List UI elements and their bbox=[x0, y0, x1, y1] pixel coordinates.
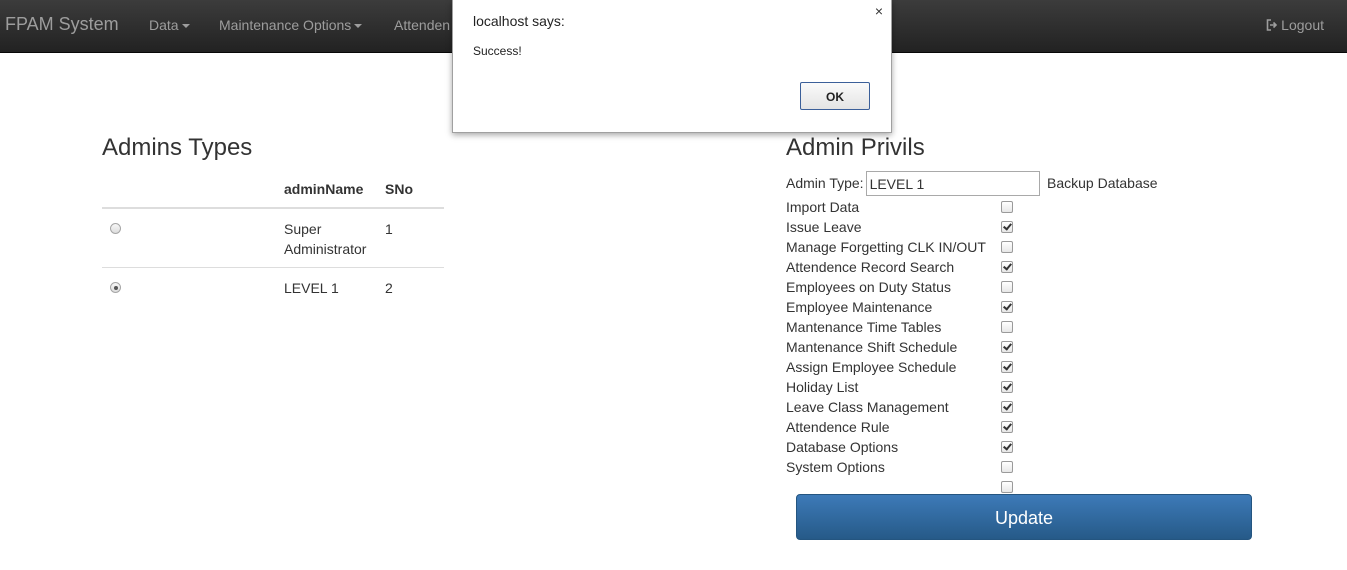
checkbox-issue-leave[interactable] bbox=[1001, 241, 1013, 253]
caret-down-icon bbox=[354, 24, 363, 29]
row-select-cell bbox=[102, 267, 284, 306]
admin-radio-2[interactable] bbox=[110, 282, 121, 293]
priv-label-issue-leave: Issue Leave bbox=[786, 219, 862, 235]
dialog-title: localhost says: bbox=[473, 13, 565, 29]
caret-down-icon bbox=[181, 24, 190, 29]
priv-label-attendence-record-search: Attendence Record Search bbox=[786, 259, 955, 275]
admin-radio-1[interactable] bbox=[110, 223, 121, 234]
menu-data-label: Data bbox=[149, 17, 179, 33]
priv-label-import-data: Import Data bbox=[786, 199, 860, 215]
checkbox-mantenance-shift-schedule[interactable] bbox=[1001, 361, 1013, 373]
checkbox-mantenance-time-tables[interactable] bbox=[1001, 341, 1013, 353]
priv-label-database-options: Database Options bbox=[786, 439, 899, 455]
header-admin-name: adminName bbox=[284, 170, 385, 209]
admins-types-title: Admins Types bbox=[102, 134, 253, 161]
checkbox-attendence-record-search[interactable] bbox=[1001, 281, 1013, 293]
logout-label: Logout bbox=[1281, 17, 1324, 33]
menu-maintenance-options[interactable]: Maintenance Options bbox=[219, 17, 363, 33]
checkbox-attendence-rule[interactable] bbox=[1001, 441, 1013, 453]
checkbox-backup-database[interactable] bbox=[1001, 201, 1013, 213]
priv-label-employees-on-duty: Employees on Duty Status bbox=[786, 279, 951, 295]
admins-table: adminName SNo Super Administrator 1 LEVEL… bbox=[102, 170, 444, 306]
priv-label-manage-forgetting: Manage Forgetting CLK IN/OUT bbox=[786, 239, 986, 255]
admin-name-line1: LEVEL 1 bbox=[284, 280, 339, 296]
table-row[interactable]: Super Administrator 1 bbox=[102, 208, 444, 268]
table-row[interactable]: LEVEL 1 2 bbox=[102, 267, 444, 306]
menu-data[interactable]: Data bbox=[149, 17, 190, 33]
priv-label-system-options: System Options bbox=[786, 459, 885, 475]
dialog-message: Success! bbox=[473, 44, 522, 58]
priv-label-leave-class-management: Leave Class Management bbox=[786, 399, 949, 415]
checkbox-import-data[interactable] bbox=[1001, 221, 1013, 233]
checkbox-employees-on-duty[interactable] bbox=[1001, 301, 1013, 313]
admin-type-group: Admin Type: bbox=[786, 171, 1040, 196]
priv-label-employee-maintenance: Employee Maintenance bbox=[786, 299, 933, 315]
ok-button[interactable]: OK bbox=[800, 82, 870, 110]
priv-label-mantenance-time-tables: Mantenance Time Tables bbox=[786, 319, 942, 335]
alert-dialog: localhost says: × Success! OK bbox=[452, 0, 892, 133]
header-sno: SNo bbox=[385, 170, 444, 209]
priv-label-assign-employee-schedule: Assign Employee Schedule bbox=[786, 359, 957, 375]
menu-maintenance-label: Maintenance Options bbox=[219, 17, 352, 33]
brand[interactable]: FPAM System bbox=[5, 14, 119, 35]
checkbox-holiday-list[interactable] bbox=[1001, 401, 1013, 413]
admin-name-line1: Super bbox=[284, 221, 322, 237]
admin-name-cell: LEVEL 1 bbox=[284, 267, 385, 306]
checkbox-manage-forgetting[interactable] bbox=[1001, 261, 1013, 273]
priv-label-attendence-rule: Attendence Rule bbox=[786, 419, 890, 435]
admin-privils-title: Admin Privils bbox=[786, 134, 925, 161]
checkbox-employee-maintenance[interactable] bbox=[1001, 321, 1013, 333]
admin-type-input[interactable] bbox=[865, 171, 1040, 196]
checkbox-leave-class-management[interactable] bbox=[1001, 421, 1013, 433]
logout-link[interactable]: Logout bbox=[1266, 17, 1324, 33]
close-icon[interactable]: × bbox=[875, 3, 883, 19]
admin-name-cell: Super Administrator bbox=[284, 208, 385, 268]
checkbox-system-options[interactable] bbox=[1001, 481, 1013, 493]
logout-icon bbox=[1266, 19, 1278, 31]
checkbox-database-options[interactable] bbox=[1001, 461, 1013, 473]
update-button[interactable]: Update bbox=[796, 494, 1252, 540]
table-header-row: adminName SNo bbox=[102, 170, 444, 209]
admin-type-label: Admin Type: bbox=[786, 175, 864, 191]
header-select bbox=[102, 170, 284, 209]
priv-label-holiday-list: Holiday List bbox=[786, 379, 859, 395]
row-select-cell bbox=[102, 208, 284, 268]
backup-database-label: Backup Database bbox=[1047, 175, 1158, 191]
priv-label-mantenance-shift-schedule: Mantenance Shift Schedule bbox=[786, 339, 958, 355]
menu-attendence-label: Attenden bbox=[394, 17, 451, 33]
checkbox-assign-employee-schedule[interactable] bbox=[1001, 381, 1013, 393]
sno-cell: 1 bbox=[385, 221, 393, 237]
menu-attendence[interactable]: Attenden bbox=[394, 17, 450, 33]
sno-cell: 2 bbox=[385, 267, 444, 306]
admin-name-line2: Administrator bbox=[284, 241, 367, 257]
